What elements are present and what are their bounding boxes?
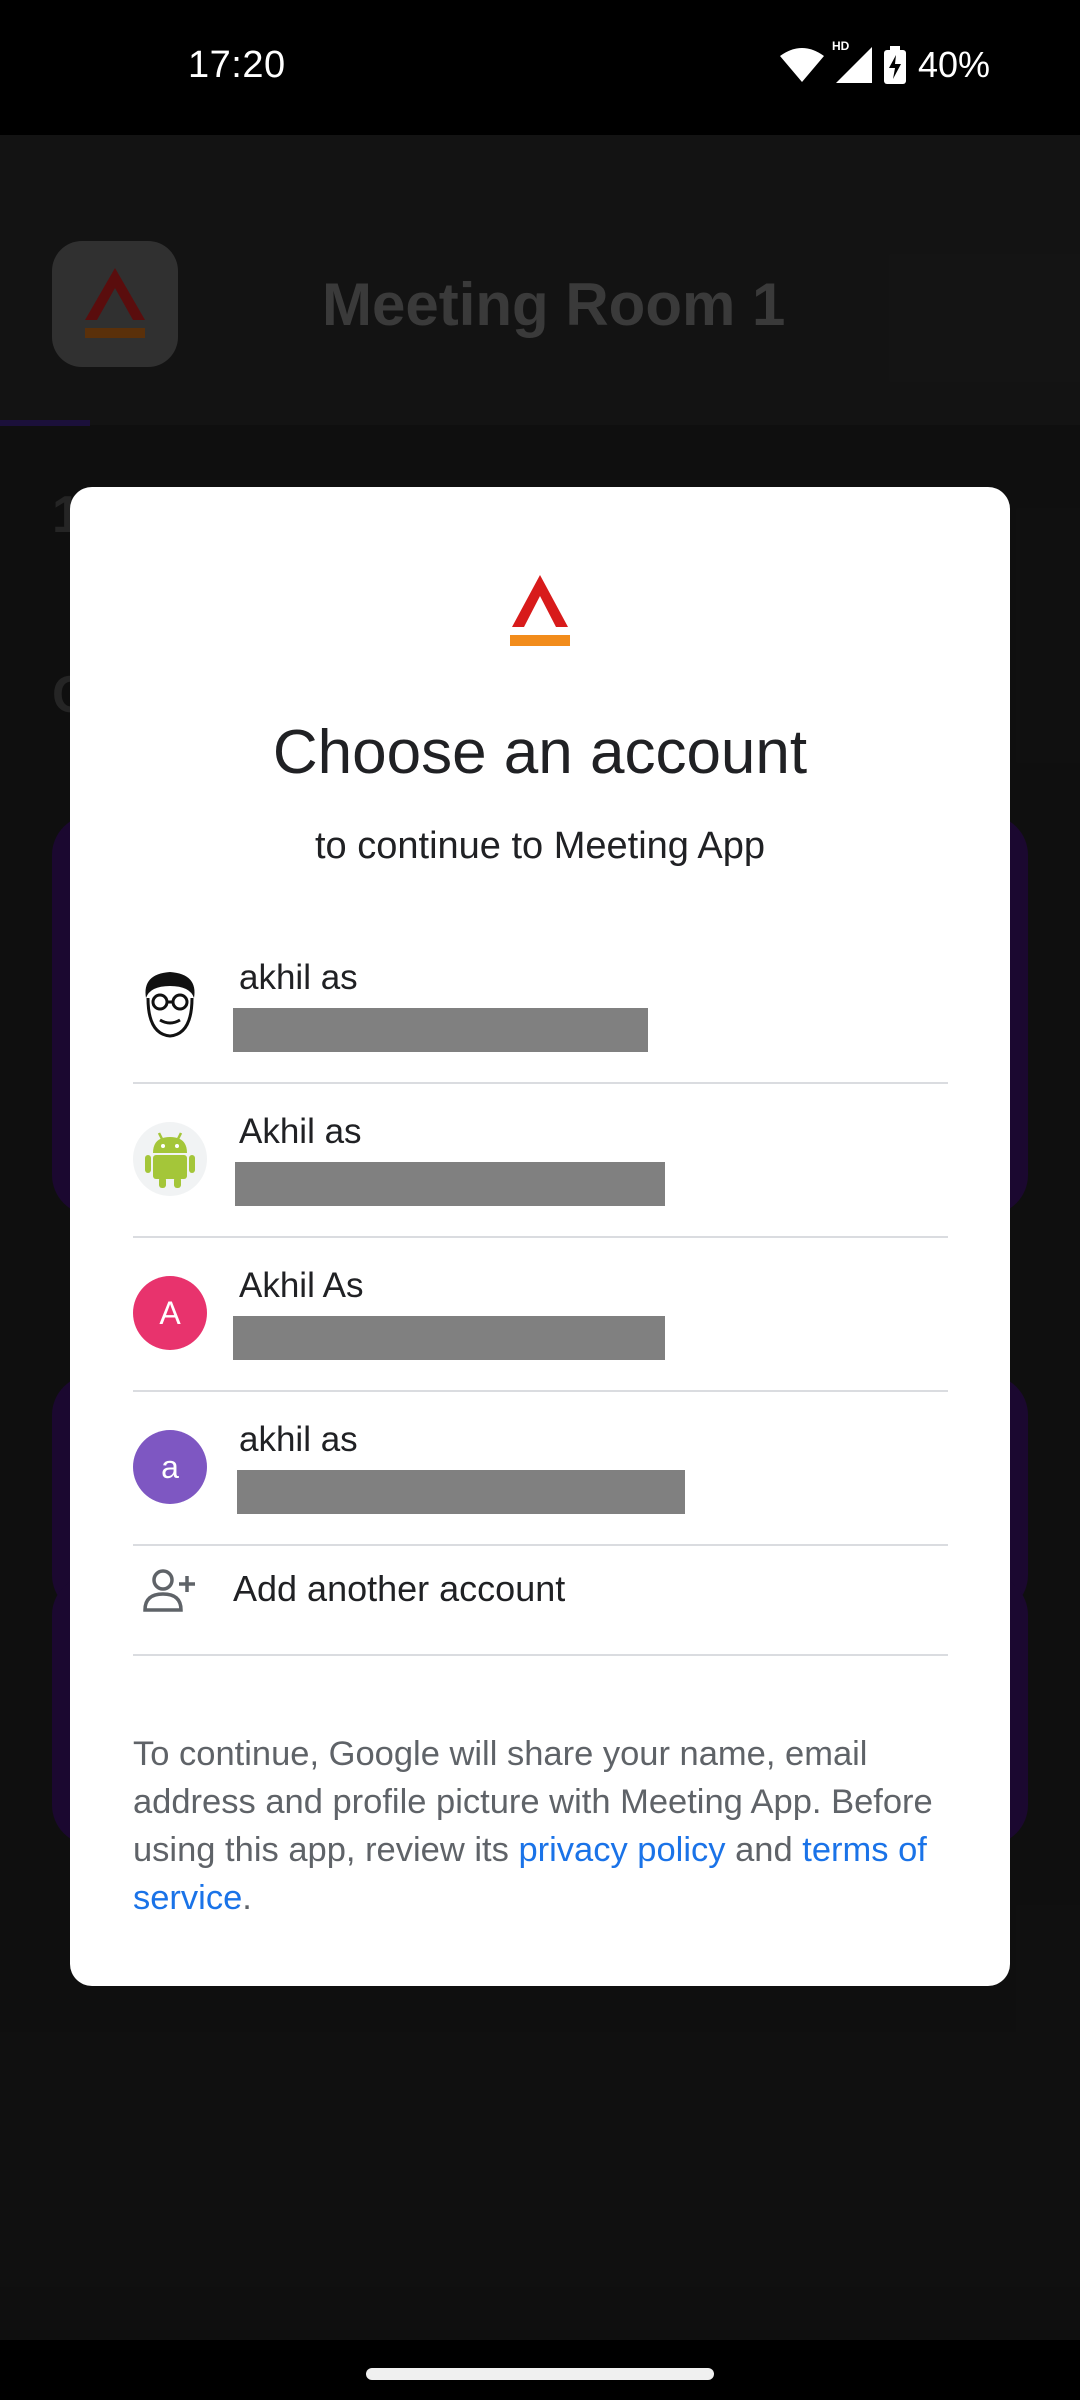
redacted-email — [233, 1008, 648, 1052]
face-avatar-icon — [133, 968, 207, 1042]
account-list: akhil as Akhil as A Akhil As a akhil as — [133, 930, 948, 1546]
battery-charging-icon — [883, 46, 906, 84]
privacy-policy-link[interactable]: privacy policy — [518, 1831, 725, 1869]
consent-text: To continue, Google will share your name… — [133, 1730, 948, 1922]
status-time: 17:20 — [188, 44, 286, 86]
add-person-icon — [143, 1569, 195, 1612]
letter-avatar: a — [133, 1430, 207, 1504]
account-name: Akhil As — [239, 1266, 364, 1305]
consent-period: . — [242, 1879, 252, 1917]
redacted-email — [237, 1470, 685, 1514]
account-name: akhil as — [239, 958, 358, 997]
dialog-title: Choose an account — [272, 718, 808, 787]
wifi-icon — [779, 48, 824, 82]
cell-signal-icon: HD — [832, 39, 872, 83]
dialog-subtitle: to continue to Meeting App — [315, 825, 765, 867]
redacted-email — [235, 1162, 665, 1206]
status-icons: HD 40% — [779, 39, 990, 86]
battery-percent: 40% — [917, 44, 990, 85]
add-another-account-button[interactable]: Add another account — [133, 1528, 948, 1656]
letter-avatar: A — [133, 1276, 207, 1350]
status-bar: 17:20 HD 40% — [0, 0, 1080, 135]
home-gesture-handle[interactable] — [366, 2368, 714, 2380]
account-item[interactable]: a akhil as — [133, 1392, 948, 1546]
redacted-email — [233, 1316, 665, 1360]
android-icon — [133, 1122, 207, 1196]
account-item[interactable]: A Akhil As — [133, 1238, 948, 1392]
account-chooser-dialog: Choose an account to continue to Meeting… — [70, 487, 1010, 1986]
account-name: Akhil as — [239, 1112, 362, 1151]
meeting-app-logo — [510, 575, 570, 646]
account-name: akhil as — [239, 1420, 358, 1459]
consent-and: and — [725, 1831, 803, 1869]
add-account-label: Add another account — [233, 1568, 566, 1609]
account-item[interactable]: akhil as — [133, 930, 948, 1084]
network-badge: HD — [831, 39, 850, 53]
account-item[interactable]: Akhil as — [133, 1084, 948, 1238]
navigation-bar — [0, 2340, 1080, 2400]
